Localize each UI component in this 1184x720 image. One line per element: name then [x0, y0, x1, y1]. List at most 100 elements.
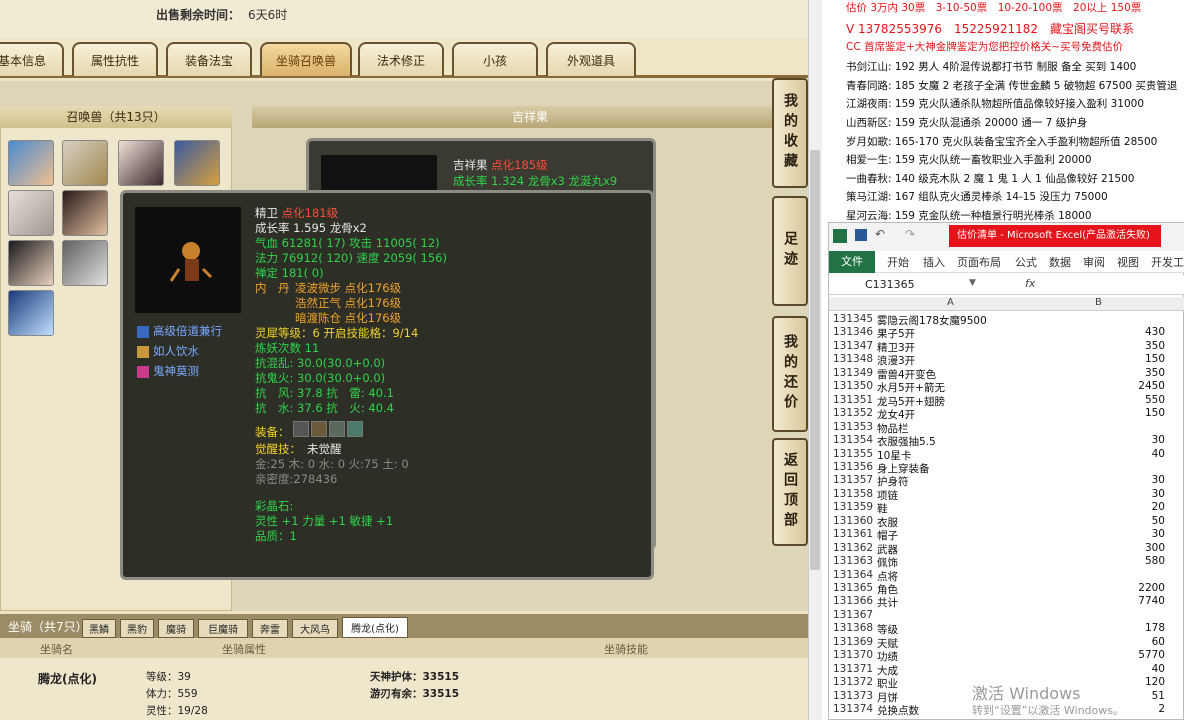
cell-b[interactable]: 40	[1152, 663, 1165, 675]
table-row[interactable]: 131353 物品栏	[829, 421, 1184, 435]
table-row[interactable]: 131367	[829, 609, 1184, 622]
pet-avatar[interactable]	[8, 190, 54, 236]
cell-b[interactable]: 350	[1145, 340, 1165, 352]
tab-spell-mod[interactable]: 法术修正	[358, 42, 444, 76]
cell-b[interactable]: 430	[1145, 326, 1165, 338]
undo-icon[interactable]: ↶	[875, 227, 885, 241]
pet-avatar[interactable]	[62, 190, 108, 236]
function-icon[interactable]: fx	[1025, 277, 1035, 290]
back-to-top-button[interactable]: 返回顶部	[772, 438, 808, 546]
table-row[interactable]: 131351 龙马5开+翅膀 550	[829, 394, 1184, 408]
tab-resistance[interactable]: 属性抗性	[72, 42, 158, 76]
table-row[interactable]: 131366 共计 7740	[829, 595, 1184, 609]
name-box[interactable]: C131365	[865, 278, 915, 291]
ribbon-tab[interactable]: 公式	[1015, 254, 1037, 270]
mount-tab[interactable]: 魔骑	[158, 619, 194, 638]
mount-tab[interactable]: 奔雷	[252, 619, 288, 638]
cell-b[interactable]: 300	[1145, 542, 1165, 554]
equip-slot-icon[interactable]	[293, 421, 309, 437]
tab-mount-pets[interactable]: 坐骑召唤兽	[260, 42, 352, 76]
footprint-button[interactable]: 足迹	[772, 196, 808, 306]
pet-avatar[interactable]	[62, 140, 108, 186]
tab-child[interactable]: 小孩	[452, 42, 538, 76]
cell-b[interactable]: 40	[1152, 448, 1165, 460]
column-b-header[interactable]: B	[1095, 297, 1102, 308]
cell-a[interactable]: 兑换点数	[877, 703, 919, 718]
table-row[interactable]: 131346 果子5开 430	[829, 326, 1184, 340]
column-a-header[interactable]: A	[947, 297, 954, 308]
equip-slot-icon[interactable]	[329, 421, 345, 437]
table-row[interactable]: 131348 浪漫3开 150	[829, 353, 1184, 367]
equip-slot-icon[interactable]	[347, 421, 363, 437]
table-row[interactable]: 131371 大成 40	[829, 663, 1184, 677]
mount-tab[interactable]: 黑鳞	[82, 619, 116, 638]
table-row[interactable]: 131356 身上穿装备	[829, 461, 1184, 475]
pet-avatar[interactable]	[174, 140, 220, 186]
pet-avatar[interactable]	[8, 140, 54, 186]
table-row[interactable]: 131361 帽子 30	[829, 528, 1184, 542]
dropdown-icon[interactable]: ▼	[969, 278, 976, 288]
cell-b[interactable]: 2450	[1138, 380, 1165, 392]
favorites-button[interactable]: 我的收藏	[772, 78, 808, 188]
table-row[interactable]: 131363 佩饰 580	[829, 555, 1184, 569]
mount-tab[interactable]: 黑豹	[120, 619, 154, 638]
cell-b[interactable]: 580	[1145, 555, 1165, 567]
equip-slot-icon[interactable]	[311, 421, 327, 437]
table-row[interactable]: 131350 水月5开+箭无 2450	[829, 380, 1184, 394]
ribbon-tab[interactable]: 视图	[1117, 254, 1139, 270]
table-row[interactable]: 131364 点将	[829, 569, 1184, 583]
cell-b[interactable]: 150	[1145, 353, 1165, 365]
pet-avatar[interactable]	[118, 140, 164, 186]
table-row[interactable]: 131358 项链 30	[829, 488, 1184, 502]
tab-equipment[interactable]: 装备法宝	[166, 42, 252, 76]
cell-b[interactable]: 20	[1152, 501, 1165, 513]
cell-b[interactable]: 51	[1152, 690, 1165, 702]
cell-b[interactable]: 150	[1145, 407, 1165, 419]
table-row[interactable]: 131347 精卫3开 350	[829, 340, 1184, 354]
table-row[interactable]: 131355 10星卡 40	[829, 448, 1184, 462]
ribbon-tab[interactable]: 审阅	[1083, 254, 1105, 270]
table-row[interactable]: 131369 天赋 60	[829, 636, 1184, 650]
pet-avatar[interactable]	[8, 240, 54, 286]
table-row[interactable]: 131362 武器 300	[829, 542, 1184, 556]
redo-icon[interactable]: ↷	[905, 227, 915, 241]
mount-tab-active[interactable]: 腾龙(点化)	[342, 617, 408, 638]
cell-b[interactable]: 30	[1152, 488, 1165, 500]
pet-avatar[interactable]	[8, 290, 54, 336]
file-tab[interactable]: 文件	[829, 251, 875, 273]
cell-b[interactable]: 550	[1145, 394, 1165, 406]
cell-b[interactable]: 30	[1152, 474, 1165, 486]
ribbon-tab[interactable]: 页面布局	[957, 254, 1001, 270]
cell-b[interactable]: 2	[1158, 703, 1165, 715]
cell-b[interactable]: 350	[1145, 367, 1165, 379]
cell-b[interactable]: 178	[1145, 622, 1165, 634]
ribbon-tab[interactable]: 数据	[1049, 254, 1071, 270]
pet-avatar[interactable]	[62, 240, 108, 286]
table-row[interactable]: 131370 功绩 5770	[829, 649, 1184, 663]
scrollbar-thumb[interactable]	[810, 150, 820, 570]
table-row[interactable]: 131357 护身符 30	[829, 474, 1184, 488]
my-offer-button[interactable]: 我的还价	[772, 316, 808, 432]
tab-basic-info[interactable]: 基本信息	[0, 42, 64, 76]
table-row[interactable]: 131368 等级 178	[829, 622, 1184, 636]
table-row[interactable]: 131352 龙女4开 150	[829, 407, 1184, 421]
table-row[interactable]: 131345 雾隐云阁178女魔9500	[829, 313, 1184, 327]
save-icon[interactable]	[855, 229, 867, 241]
cell-b[interactable]: 30	[1152, 528, 1165, 540]
cell-b[interactable]: 50	[1152, 515, 1165, 527]
mount-tab[interactable]: 大风鸟	[292, 619, 338, 638]
mount-tab[interactable]: 巨魔骑	[198, 619, 248, 638]
table-row[interactable]: 131354 衣服强抽5.5 30	[829, 434, 1184, 448]
table-row[interactable]: 131365 角色 2200	[829, 582, 1184, 596]
table-row[interactable]: 131359 鞋 20	[829, 501, 1184, 515]
cell-b[interactable]: 7740	[1138, 595, 1165, 607]
ribbon-tab[interactable]: 插入	[923, 254, 945, 270]
tab-appearance[interactable]: 外观道具	[546, 42, 636, 76]
cell-b[interactable]: 30	[1152, 434, 1165, 446]
table-row[interactable]: 131360 衣服 50	[829, 515, 1184, 529]
ribbon-tab[interactable]: 开始	[887, 254, 909, 270]
ribbon-tab[interactable]: 开发工	[1151, 254, 1184, 270]
cell-b[interactable]: 120	[1145, 676, 1165, 688]
cell-b[interactable]: 60	[1152, 636, 1165, 648]
cell-b[interactable]: 5770	[1138, 649, 1165, 661]
